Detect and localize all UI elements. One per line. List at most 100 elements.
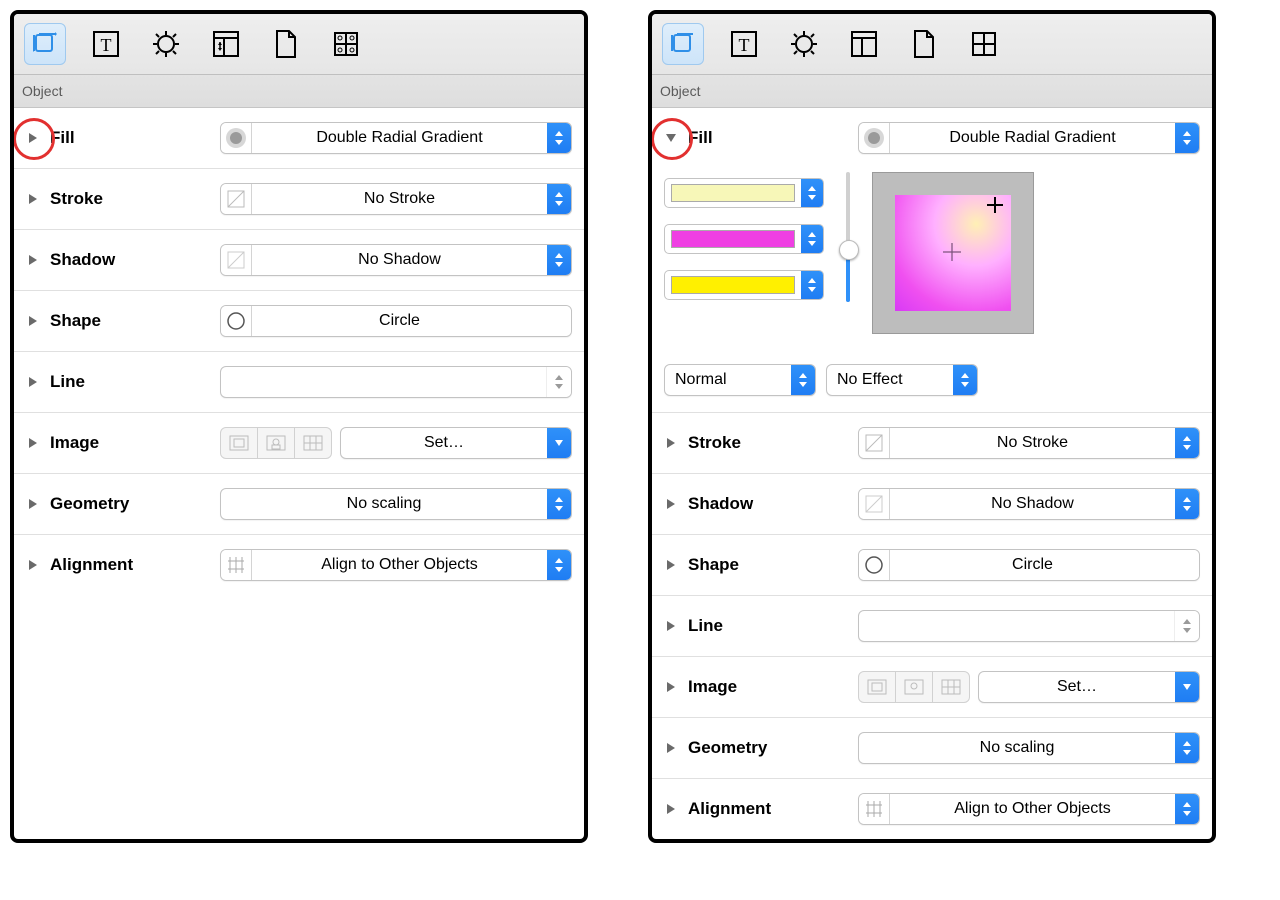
shape-popup[interactable]: Circle [220, 305, 572, 337]
popup-arrows-icon [1175, 123, 1199, 153]
image-fit-natural-icon[interactable] [859, 672, 896, 702]
image-fit-stretch-icon[interactable] [258, 428, 295, 458]
no-shadow-icon [221, 245, 252, 275]
popup-arrows-icon [547, 184, 571, 214]
disclosure-stroke[interactable] [664, 436, 678, 450]
fill-expanded-panel [652, 168, 1212, 352]
toolbar-tab-document[interactable] [266, 24, 306, 64]
fill-type-popup[interactable]: Double Radial Gradient [220, 122, 572, 154]
image-set-popup[interactable]: Set… [978, 671, 1200, 703]
disclosure-shadow[interactable] [26, 253, 40, 267]
disclosure-line[interactable] [26, 375, 40, 389]
toolbar-tab-canvas[interactable] [844, 24, 884, 64]
row-fill: Fill Double Radial Gradient [14, 108, 584, 169]
geometry-popup[interactable]: No scaling [858, 732, 1200, 764]
disclosure-fill-open[interactable] [664, 131, 678, 145]
image-set-popup[interactable]: Set… [340, 427, 572, 459]
section-header: Object [652, 75, 1212, 108]
disclosure-shape[interactable] [26, 314, 40, 328]
shadow-value: No Shadow [252, 251, 547, 269]
blend-mode-popup[interactable]: Normal [664, 364, 816, 396]
disclosure-image[interactable] [664, 680, 678, 694]
popup-arrows-icon [953, 365, 977, 395]
gradient-stop-0[interactable] [664, 178, 824, 208]
toolbar-tab-object[interactable] [24, 23, 66, 65]
circle-shape-icon [221, 306, 252, 336]
effect-value: No Effect [827, 371, 953, 389]
circle-shape-icon [859, 550, 890, 580]
image-fit-tile-icon[interactable] [295, 428, 331, 458]
inspector-window-expanded: T Object Fill Double Radial Gradient [648, 10, 1216, 843]
gradient-stop-1[interactable] [664, 224, 824, 254]
image-fit-segmented[interactable] [220, 427, 332, 459]
popup-arrows-icon [1175, 550, 1199, 580]
toolbar-tab-grid[interactable] [964, 24, 1004, 64]
svg-text:T: T [739, 35, 750, 55]
label-image: Image [688, 677, 848, 697]
toolbar-tab-properties[interactable] [784, 24, 824, 64]
toolbar-tab-grid[interactable] [326, 24, 366, 64]
inspector-toolbar: T [14, 14, 584, 75]
geometry-value: No scaling [859, 739, 1175, 757]
stroke-value: No Stroke [252, 190, 547, 208]
toolbar-tab-text[interactable]: T [86, 24, 126, 64]
row-geometry: Geometry No scaling [14, 474, 584, 535]
section-header: Object [14, 75, 584, 108]
row-line: Line [14, 352, 584, 413]
shadow-popup[interactable]: No Shadow [858, 488, 1200, 520]
disclosure-alignment[interactable] [664, 802, 678, 816]
disclosure-image[interactable] [26, 436, 40, 450]
image-set-label: Set… [979, 678, 1175, 696]
effect-popup[interactable]: No Effect [826, 364, 978, 396]
image-fit-tile-icon[interactable] [933, 672, 969, 702]
image-fit-stretch-icon[interactable] [896, 672, 933, 702]
label-shape: Shape [688, 555, 848, 575]
shadow-popup[interactable]: No Shadow [220, 244, 572, 276]
toolbar-tab-canvas[interactable] [206, 24, 246, 64]
gradient-preview[interactable] [872, 172, 1034, 334]
geometry-popup[interactable]: No scaling [220, 488, 572, 520]
alignment-value: Align to Other Objects [890, 800, 1175, 818]
popup-arrow-down-icon [1175, 672, 1199, 702]
line-popup[interactable] [220, 366, 572, 398]
gradient-center-2-icon[interactable] [943, 243, 961, 261]
toolbar-tab-document[interactable] [904, 24, 944, 64]
toolbar-tab-text[interactable]: T [724, 24, 764, 64]
align-icon [859, 794, 890, 824]
popup-arrow-down-icon [547, 428, 571, 458]
label-geometry: Geometry [50, 494, 210, 514]
disclosure-alignment[interactable] [26, 558, 40, 572]
fill-type-label: Double Radial Gradient [890, 129, 1175, 147]
disclosure-geometry[interactable] [26, 497, 40, 511]
disclosure-shadow[interactable] [664, 497, 678, 511]
popup-arrows-icon [801, 179, 823, 207]
radial-gradient-icon [221, 123, 252, 153]
stroke-popup[interactable]: No Stroke [858, 427, 1200, 459]
toolbar-tab-object[interactable] [662, 23, 704, 65]
alignment-popup[interactable]: Align to Other Objects [220, 549, 572, 581]
row-alignment: Alignment Align to Other Objects [14, 535, 584, 595]
label-stroke: Stroke [50, 189, 210, 209]
toolbar-tab-properties[interactable] [146, 24, 186, 64]
popup-arrows-icon [547, 245, 571, 275]
shape-popup[interactable]: Circle [858, 549, 1200, 581]
slider-knob[interactable] [839, 240, 859, 260]
gradient-stop-2[interactable] [664, 270, 824, 300]
label-line: Line [688, 616, 848, 636]
gradient-center-1-icon[interactable] [987, 197, 1003, 213]
disclosure-geometry[interactable] [664, 741, 678, 755]
alignment-popup[interactable]: Align to Other Objects [858, 793, 1200, 825]
disclosure-fill[interactable] [26, 131, 40, 145]
popup-arrows-icon [1175, 489, 1199, 519]
disclosure-shape[interactable] [664, 558, 678, 572]
image-fit-segmented[interactable] [858, 671, 970, 703]
fill-type-popup[interactable]: Double Radial Gradient [858, 122, 1200, 154]
shape-value: Circle [252, 312, 547, 330]
line-popup[interactable] [858, 610, 1200, 642]
alignment-value: Align to Other Objects [252, 556, 547, 574]
gradient-slider[interactable] [838, 168, 858, 302]
stroke-popup[interactable]: No Stroke [220, 183, 572, 215]
image-fit-natural-icon[interactable] [221, 428, 258, 458]
disclosure-stroke[interactable] [26, 192, 40, 206]
disclosure-line[interactable] [664, 619, 678, 633]
